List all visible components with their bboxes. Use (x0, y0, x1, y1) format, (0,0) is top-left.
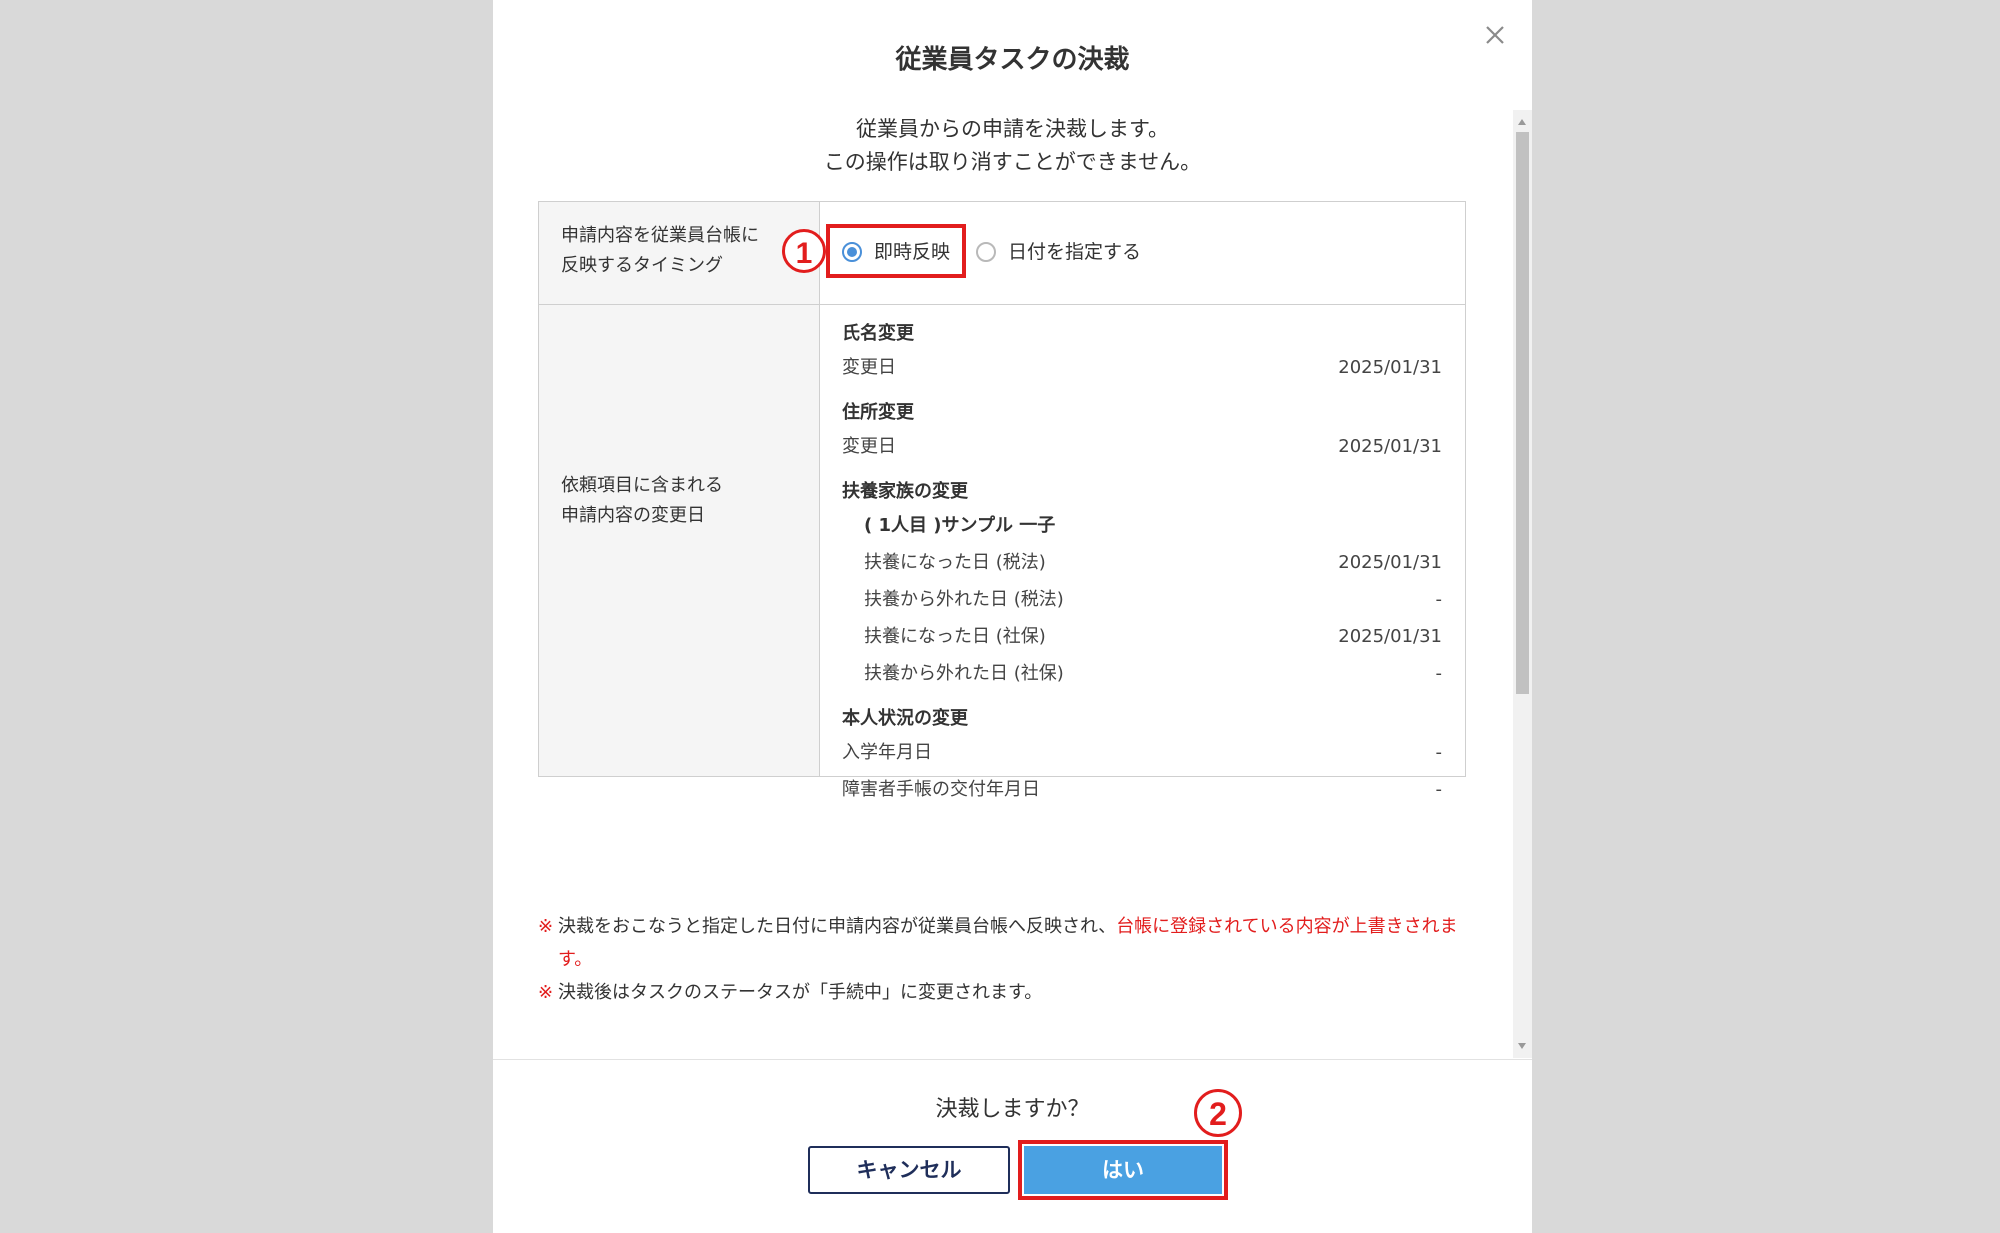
change-row-label: 変更日 (842, 357, 896, 378)
radio-immediate-label: 即時反映 (874, 241, 951, 263)
change-row: 入学年月日 - (842, 734, 1442, 771)
changes-label: 依頼項目に含まれる 申請内容の変更日 (561, 471, 723, 531)
change-row-label: 扶養になった日 (社保) (864, 626, 1046, 647)
scroll-up-icon[interactable] (1518, 119, 1526, 125)
change-row-label: 扶養から外れた日 (税法) (864, 589, 1064, 610)
radio-immediate[interactable]: 即時反映 (842, 232, 950, 272)
marker-1: 1 (782, 229, 826, 273)
group-name-change: 氏名変更 変更日 2025/01/31 (842, 319, 1442, 386)
note-1: ※ 決裁をおこなうと指定した日付に申請内容が従業員台帳へ反映され、台帳に登録され… (538, 910, 1468, 976)
change-row-value: 2025/01/31 (1338, 357, 1442, 378)
change-row: 扶養になった日 (税法) 2025/01/31 (842, 544, 1442, 581)
scroll-thumb[interactable] (1516, 132, 1529, 694)
note-2: ※ 決裁後はタスクのステータスが「手続中」に変更されます。 (538, 976, 1468, 1009)
row-divider (539, 304, 1465, 305)
confirm-question: 決裁しますか？ (935, 1097, 1090, 1122)
change-row-value: 2025/01/31 (1338, 436, 1442, 457)
dialog-title: 従業員タスクの決裁 (895, 45, 1130, 75)
change-row-value: - (1435, 742, 1443, 763)
timing-label-line-2: 反映するタイミング (561, 255, 723, 276)
note-2-text: 決裁後はタスクのステータスが「手続中」に変更されます。 (558, 982, 1043, 1003)
highlight-box-2 (1018, 1140, 1228, 1200)
dialog-scroll-area[interactable]: 従業員からの申請を決裁します。 この操作は取り消すことができません。 申請内容を… (493, 110, 1532, 1058)
marker-2: 2 (1194, 1089, 1242, 1137)
change-row-value: - (1435, 779, 1443, 800)
timing-label-line-1: 申請内容を従業員台帳に (561, 225, 759, 246)
info-table: 申請内容を従業員台帳に 反映するタイミング 1 即時反映 日付を指定する 依頼項… (538, 201, 1466, 800)
group-status-change: 本人状況の変更 入学年月日 - 障害者手帳の交付年月日 - (842, 704, 1442, 808)
change-list: 氏名変更 変更日 2025/01/31 住所変更 変更日 2025/01/31 … (842, 319, 1442, 820)
changes-label-line-2: 申請内容の変更日 (561, 505, 705, 526)
intro-line-2: この操作は取り消すことができません。 (823, 150, 1202, 174)
dependent-subtitle: ( 1人目 )サンプル 一子 (864, 515, 1056, 536)
change-row: 変更日 2025/01/31 (842, 349, 1442, 386)
radio-specify-date-label: 日付を指定する (1008, 241, 1142, 263)
change-row: 障害者手帳の交付年月日 - (842, 771, 1442, 808)
change-row-label: 扶養から外れた日 (社保) (864, 663, 1064, 684)
changes-label-line-1: 依頼項目に含まれる (561, 475, 723, 496)
cancel-button[interactable]: キャンセル (808, 1146, 1010, 1194)
note-1-text: 決裁をおこなうと指定した日付に申請内容が従業員台帳へ反映され、台帳に登録されてい… (558, 910, 1468, 976)
change-row: 扶養から外れた日 (税法) - (842, 581, 1442, 618)
change-row-value: 2025/01/31 (1338, 626, 1442, 647)
radio-selected-icon (842, 242, 862, 262)
radio-unselected-icon (976, 242, 996, 262)
intro-line-1: 従業員からの申請を決裁します。 (856, 117, 1169, 141)
change-row-label: 入学年月日 (842, 742, 932, 763)
change-row: 扶養から外れた日 (社保) - (842, 655, 1442, 692)
note-mark: ※ (538, 982, 554, 1003)
change-row: 扶養になった日 (社保) 2025/01/31 (842, 618, 1442, 655)
scroll-down-icon[interactable] (1518, 1043, 1526, 1049)
group-dependent-change: 扶養家族の変更 ( 1人目 )サンプル 一子 扶養になった日 (税法) 2025… (842, 477, 1442, 692)
notes: ※ 決裁をおこなうと指定した日付に申請内容が従業員台帳へ反映され、台帳に登録され… (538, 910, 1468, 1009)
timing-label: 申請内容を従業員台帳に 反映するタイミング (561, 221, 759, 281)
change-row-value: 2025/01/31 (1338, 552, 1442, 573)
radio-specify-date[interactable]: 日付を指定する (976, 232, 1141, 272)
change-row-label: 扶養になった日 (税法) (864, 552, 1046, 573)
change-row-label: 変更日 (842, 436, 896, 457)
scrollbar[interactable] (1513, 110, 1532, 1058)
group-title: 氏名変更 (842, 323, 914, 344)
note-1-plain: 決裁をおこなうと指定した日付に申請内容が従業員台帳へ反映され、 (558, 916, 1117, 937)
note-mark: ※ (538, 916, 554, 937)
change-row-value: - (1435, 663, 1443, 684)
footer-divider (493, 1059, 1532, 1060)
group-title: 本人状況の変更 (842, 708, 968, 729)
group-title: 扶養家族の変更 (842, 481, 968, 502)
change-row-value: - (1435, 589, 1443, 610)
group-title: 住所変更 (842, 402, 914, 423)
group-address-change: 住所変更 変更日 2025/01/31 (842, 398, 1442, 465)
change-row: 変更日 2025/01/31 (842, 428, 1442, 465)
change-row-label: 障害者手帳の交付年月日 (842, 779, 1040, 800)
